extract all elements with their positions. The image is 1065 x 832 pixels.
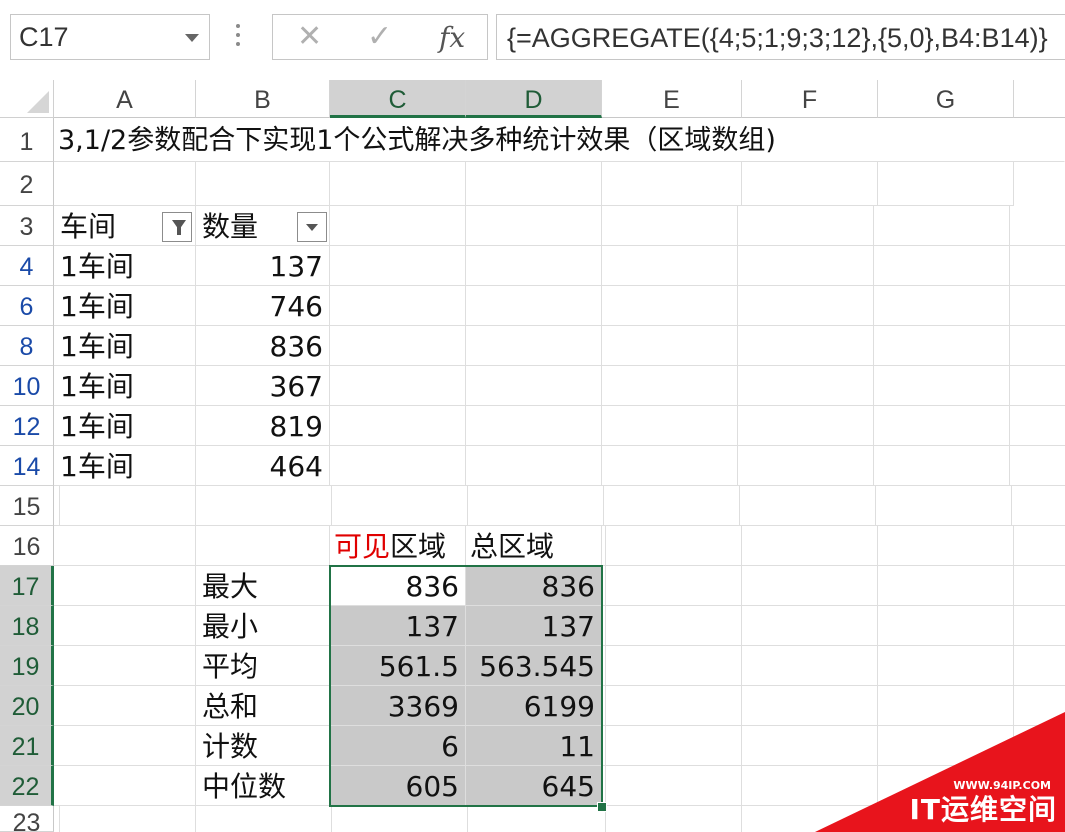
cell-c17[interactable]: 836 xyxy=(330,566,466,606)
filter-dropdown-icon[interactable] xyxy=(297,212,327,242)
cell-d22[interactable]: 645 xyxy=(466,766,602,806)
cell-c19[interactable]: 561.5 xyxy=(330,646,466,686)
cell-a21[interactable] xyxy=(54,726,196,766)
cell-d2[interactable] xyxy=(466,162,602,206)
row-header-22[interactable]: 22 xyxy=(0,766,54,806)
cell-a10[interactable]: 1车间 xyxy=(54,366,196,406)
row-header-4[interactable]: 4 xyxy=(0,246,54,286)
formula-bar: C17 ✕ ✓ fx {=AGGREGATE({4;5;1;9;3;12},{5… xyxy=(0,0,1065,81)
header-workshop: 车间 xyxy=(60,210,117,243)
formula-buttons: ✕ ✓ fx xyxy=(272,14,488,60)
column-header-c[interactable]: C xyxy=(330,80,466,118)
more-options-icon[interactable] xyxy=(236,24,240,52)
cell-b12[interactable]: 819 xyxy=(196,406,330,446)
cell-c2[interactable] xyxy=(330,162,466,206)
row-header-14[interactable]: 14 xyxy=(0,446,54,486)
cell-d21[interactable]: 11 xyxy=(466,726,602,766)
row-23-cells[interactable] xyxy=(54,806,602,832)
column-header-b[interactable]: B xyxy=(196,80,330,118)
cell-a19[interactable] xyxy=(54,646,196,686)
name-box[interactable]: C17 xyxy=(10,14,210,60)
cell-a22[interactable] xyxy=(54,766,196,806)
cell-e2[interactable] xyxy=(602,162,742,206)
cancel-icon[interactable]: ✕ xyxy=(297,19,322,54)
area-label: 区域 xyxy=(390,530,447,563)
cell-d17[interactable]: 836 xyxy=(466,566,602,606)
cell-a6[interactable]: 1车间 xyxy=(54,286,196,326)
cell-c21[interactable]: 6 xyxy=(330,726,466,766)
row-header-1[interactable]: 1 xyxy=(0,118,54,162)
cell-b20[interactable]: 总和 xyxy=(196,686,330,726)
name-box-value: C17 xyxy=(19,22,69,52)
row-header-20[interactable]: 20 xyxy=(0,686,54,726)
row-header-10[interactable]: 10 xyxy=(0,366,54,406)
cell-a4[interactable]: 1车间 xyxy=(54,246,196,286)
empty-cells-area[interactable] xyxy=(330,206,1065,486)
cell-a8[interactable]: 1车间 xyxy=(54,326,196,366)
cell-b14[interactable]: 464 xyxy=(196,446,330,486)
row-header-17[interactable]: 17 xyxy=(0,566,54,606)
watermark-text: IT运维空间 xyxy=(909,793,1057,826)
visible-label: 可见 xyxy=(334,530,391,563)
cell-a2[interactable] xyxy=(54,162,196,206)
row-header-19[interactable]: 19 xyxy=(0,646,54,686)
insert-function-icon[interactable]: fx xyxy=(439,21,465,54)
cell-a12[interactable]: 1车间 xyxy=(54,406,196,446)
column-header-a[interactable]: A xyxy=(54,80,196,118)
cell-d18[interactable]: 137 xyxy=(466,606,602,646)
cell-c16[interactable]: 可见区域 xyxy=(330,526,466,566)
enter-icon[interactable]: ✓ xyxy=(367,19,392,54)
formula-text: {=AGGREGATE({4;5;1;9;3;12},{5,0},B4:B14)… xyxy=(507,23,1048,53)
row-header-8[interactable]: 8 xyxy=(0,326,54,366)
cell-b17[interactable]: 最大 xyxy=(196,566,330,606)
column-header-next[interactable] xyxy=(1014,80,1065,118)
cell-f2[interactable] xyxy=(742,162,878,206)
cell-d20[interactable]: 6199 xyxy=(466,686,602,726)
cell-c18[interactable]: 137 xyxy=(330,606,466,646)
row-header-3[interactable]: 3 xyxy=(0,206,54,246)
cell-b10[interactable]: 367 xyxy=(196,366,330,406)
column-header-d[interactable]: D xyxy=(466,80,602,118)
cell-a14[interactable]: 1车间 xyxy=(54,446,196,486)
name-box-dropdown-icon[interactable] xyxy=(185,34,199,42)
column-header-g[interactable]: G xyxy=(878,80,1014,118)
cell-g2[interactable] xyxy=(878,162,1014,206)
cell-a20[interactable] xyxy=(54,686,196,726)
header-quantity: 数量 xyxy=(202,210,259,243)
column-header-e[interactable]: E xyxy=(602,80,742,118)
row-15-cells[interactable] xyxy=(54,486,1065,526)
cell-a18[interactable] xyxy=(54,606,196,646)
cell-b8[interactable]: 836 xyxy=(196,326,330,366)
cell-b4[interactable]: 137 xyxy=(196,246,330,286)
row-header-12[interactable]: 12 xyxy=(0,406,54,446)
column-header-f[interactable]: F xyxy=(742,80,878,118)
cell-b19[interactable]: 平均 xyxy=(196,646,330,686)
cell-a1[interactable]: 3,1/2参数配合下实现1个公式解决多种统计效果（区域数组) xyxy=(54,118,1065,162)
row-16-right[interactable] xyxy=(602,526,1065,566)
cell-b2[interactable] xyxy=(196,162,330,206)
fill-handle[interactable] xyxy=(597,802,607,812)
cell-c22[interactable]: 605 xyxy=(330,766,466,806)
cell-b6[interactable]: 746 xyxy=(196,286,330,326)
cell-c20[interactable]: 3369 xyxy=(330,686,466,726)
cell-d16[interactable]: 总区域 xyxy=(466,526,602,566)
cell-b16[interactable] xyxy=(196,526,330,566)
row-header-18[interactable]: 18 xyxy=(0,606,54,646)
cell-a16[interactable] xyxy=(54,526,196,566)
row-header-15[interactable]: 15 xyxy=(0,486,54,526)
cell-b21[interactable]: 计数 xyxy=(196,726,330,766)
cell-d19[interactable]: 563.545 xyxy=(466,646,602,686)
filter-active-icon[interactable] xyxy=(162,212,192,242)
row-header-21[interactable]: 21 xyxy=(0,726,54,766)
row-header-6[interactable]: 6 xyxy=(0,286,54,326)
cell-b22[interactable]: 中位数 xyxy=(196,766,330,806)
cell-a17[interactable] xyxy=(54,566,196,606)
formula-input[interactable]: {=AGGREGATE({4;5;1;9;3;12},{5,0},B4:B14)… xyxy=(496,14,1065,60)
cell-b18[interactable]: 最小 xyxy=(196,606,330,646)
row-header-2[interactable]: 2 xyxy=(0,162,54,206)
row-header-16[interactable]: 16 xyxy=(0,526,54,566)
row-header-23[interactable]: 23 xyxy=(0,806,54,832)
select-all-corner[interactable] xyxy=(0,80,54,118)
